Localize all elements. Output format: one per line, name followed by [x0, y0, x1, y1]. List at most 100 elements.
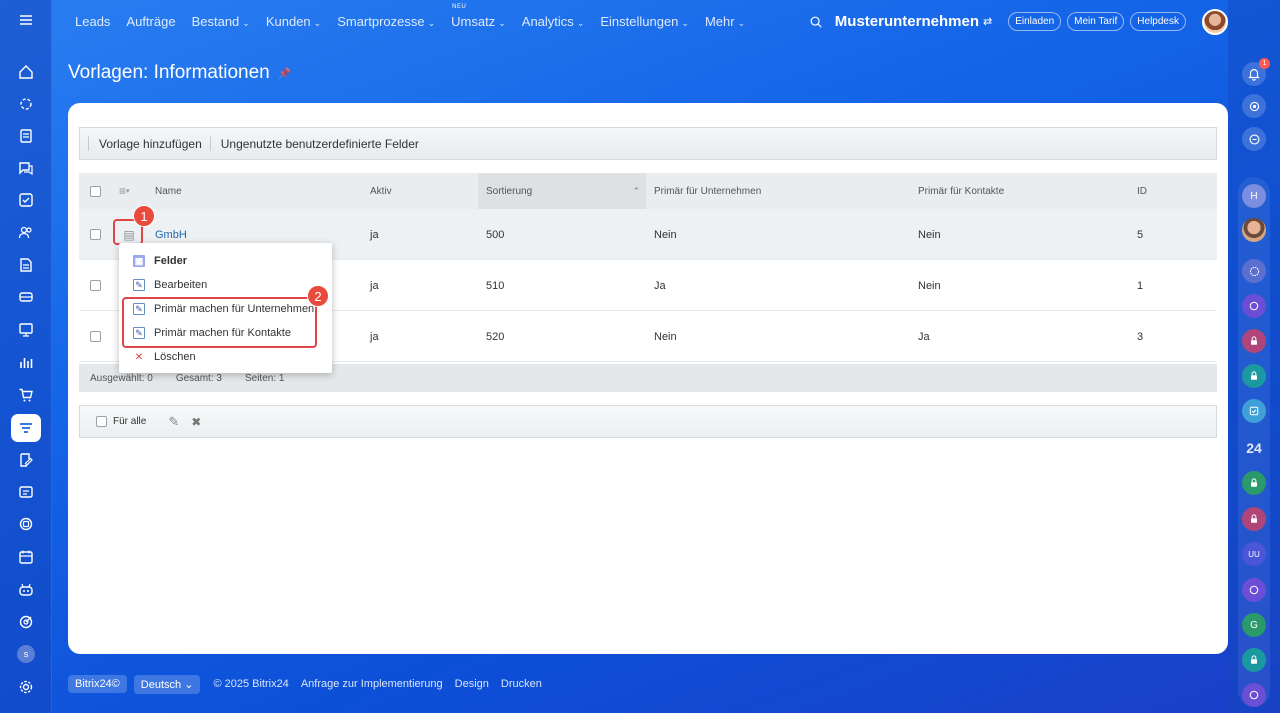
contact-center-icon[interactable]	[11, 510, 41, 538]
right-sidebar: 1 H 24 UU G	[1228, 0, 1280, 713]
row-sort: 520	[486, 330, 505, 343]
grid-header: ≡ ▾ Name Aktiv Sortierung ⌃ Primär für Un…	[79, 173, 1217, 209]
lock-icon[interactable]	[1242, 507, 1266, 531]
language-select[interactable]: Deutsch ⌄	[133, 674, 201, 694]
invite-button[interactable]: Einladen	[1008, 12, 1062, 31]
column-id[interactable]: ID	[1137, 173, 1147, 209]
nav-smartprozesse[interactable]: Smartprozesse ⌄	[337, 14, 435, 29]
delete-x-icon[interactable]: ✖	[191, 415, 201, 429]
nav-umsatz[interactable]: NEU Umsatz ⌄	[451, 4, 506, 29]
inventory-icon[interactable]	[11, 283, 41, 311]
column-active[interactable]: Aktiv	[370, 173, 392, 209]
nav-label: Umsatz	[451, 14, 496, 29]
pin-icon[interactable]: 📌	[278, 67, 292, 80]
home-icon[interactable]	[11, 58, 41, 86]
notifications-bell-icon[interactable]: 1	[1242, 58, 1270, 86]
search-icon[interactable]	[809, 15, 823, 29]
invoice-icon[interactable]	[11, 251, 41, 279]
sign-icon[interactable]	[11, 446, 41, 474]
menu-icon[interactable]	[11, 6, 41, 34]
chevron-down-icon: ⌄	[427, 18, 436, 28]
goals-icon[interactable]	[11, 608, 41, 636]
crm-filter-icon[interactable]	[11, 414, 41, 442]
select-all-checkbox[interactable]	[90, 173, 101, 209]
nav-bestand[interactable]: Bestand ⌄	[192, 14, 250, 29]
helpdesk-button[interactable]: Helpdesk	[1130, 12, 1186, 31]
calendar-icon[interactable]	[11, 543, 41, 571]
menu-item-felder[interactable]: ▦ Felder	[119, 249, 332, 273]
row-checkbox[interactable]	[90, 209, 101, 260]
bitrix24-counter[interactable]: 24	[1242, 436, 1266, 460]
unused-fields-button[interactable]: Ungenutzte benutzerdefinierte Felder	[221, 137, 419, 151]
nav-label: Analytics	[521, 14, 574, 29]
nav-auftraege[interactable]: Aufträge	[126, 14, 175, 29]
for-all-checkbox[interactable]	[96, 416, 107, 427]
column-sort[interactable]: Sortierung ⌃	[478, 173, 646, 209]
nav-leads[interactable]: Leads	[75, 14, 110, 29]
design-link[interactable]: Design	[455, 678, 489, 690]
settings-gear-icon[interactable]	[11, 673, 41, 701]
chat-icon[interactable]	[11, 154, 41, 182]
nav-label: Mehr	[704, 14, 735, 29]
user-avatar[interactable]	[1202, 8, 1228, 35]
copilot-icon[interactable]	[1242, 94, 1266, 118]
menu-item-label: Bearbeiten	[154, 279, 208, 291]
nav-label: Einstellungen	[600, 14, 679, 29]
chevron-down-icon: ⌄	[498, 18, 506, 28]
nav-analytics[interactable]: Analytics ⌄	[522, 14, 585, 29]
chat-avatar-copilot[interactable]	[1242, 294, 1266, 318]
menu-item-bearbeiten[interactable]: ✎ Bearbeiten	[119, 273, 332, 297]
lock-icon[interactable]	[1242, 364, 1266, 388]
chevron-down-icon: ⌄	[242, 18, 250, 28]
chevron-down-icon: ⌄	[576, 18, 585, 28]
row-checkbox[interactable]	[90, 311, 101, 362]
search-chat-icon[interactable]	[1242, 127, 1266, 151]
print-link[interactable]: Drucken	[501, 678, 542, 690]
chat-avatar-copilot[interactable]	[1242, 578, 1266, 602]
cart-icon[interactable]	[11, 381, 41, 409]
tasks-icon[interactable]	[11, 186, 41, 214]
chat-avatar-uu[interactable]: UU	[1242, 542, 1266, 566]
column-settings-icon[interactable]: ≡ ▾	[119, 173, 130, 209]
page-count: Seiten: 1	[244, 372, 285, 384]
tasks-check-icon[interactable]	[1242, 399, 1266, 423]
chat-avatar-person[interactable]	[1242, 218, 1266, 242]
row-active: ja	[370, 228, 379, 241]
chat-avatar-group[interactable]	[1242, 259, 1266, 283]
language-label: Deutsch	[140, 678, 182, 691]
nav-einstellungen[interactable]: Einstellungen ⌄	[600, 14, 689, 29]
bitrix24-brand[interactable]: Bitrix24©	[68, 675, 127, 693]
step-badge-1: 1	[133, 205, 155, 227]
sites-icon[interactable]	[11, 478, 41, 506]
copilot-icon[interactable]	[11, 576, 41, 604]
lock-icon[interactable]	[1242, 329, 1266, 353]
fields-icon: ▦	[133, 255, 145, 267]
pencil-icon[interactable]: ✎	[168, 414, 179, 430]
tariff-button[interactable]: Mein Tarif	[1067, 12, 1125, 31]
column-primary-company[interactable]: Primär für Unternehmen	[654, 173, 761, 209]
analytics-icon[interactable]	[11, 348, 41, 376]
menu-item-label: Felder	[154, 255, 188, 267]
feed-icon[interactable]	[11, 90, 41, 118]
row-primary-contact: Nein	[918, 279, 941, 292]
chat-avatar-copilot[interactable]	[1242, 683, 1266, 707]
nav-mehr[interactable]: Mehr ⌄	[705, 14, 745, 29]
sales-center-icon[interactable]	[11, 316, 41, 344]
column-primary-contact[interactable]: Primär für Kontakte	[918, 173, 1004, 209]
documents-icon[interactable]	[11, 122, 41, 150]
implementation-request-link[interactable]: Anfrage zur Implementierung	[301, 678, 443, 690]
swap-icon[interactable]: ⇄	[983, 15, 992, 28]
contacts-icon[interactable]	[11, 218, 41, 246]
lock-icon[interactable]	[1242, 648, 1266, 672]
step-badge-2: 2	[307, 285, 329, 307]
chat-avatar-h[interactable]: H	[1242, 184, 1266, 208]
nav-kunden[interactable]: Kunden ⌄	[266, 14, 321, 29]
lock-icon[interactable]	[1242, 471, 1266, 495]
company-name[interactable]: Musterunternehmen	[835, 13, 979, 30]
column-name[interactable]: Name	[155, 173, 182, 209]
row-checkbox[interactable]	[90, 260, 101, 311]
user-small-avatar[interactable]: s	[17, 645, 35, 663]
chat-avatar-g[interactable]: G	[1242, 613, 1266, 637]
menu-item-loeschen[interactable]: ✕ Löschen	[119, 345, 332, 369]
add-template-button[interactable]: Vorlage hinzufügen	[99, 137, 202, 151]
